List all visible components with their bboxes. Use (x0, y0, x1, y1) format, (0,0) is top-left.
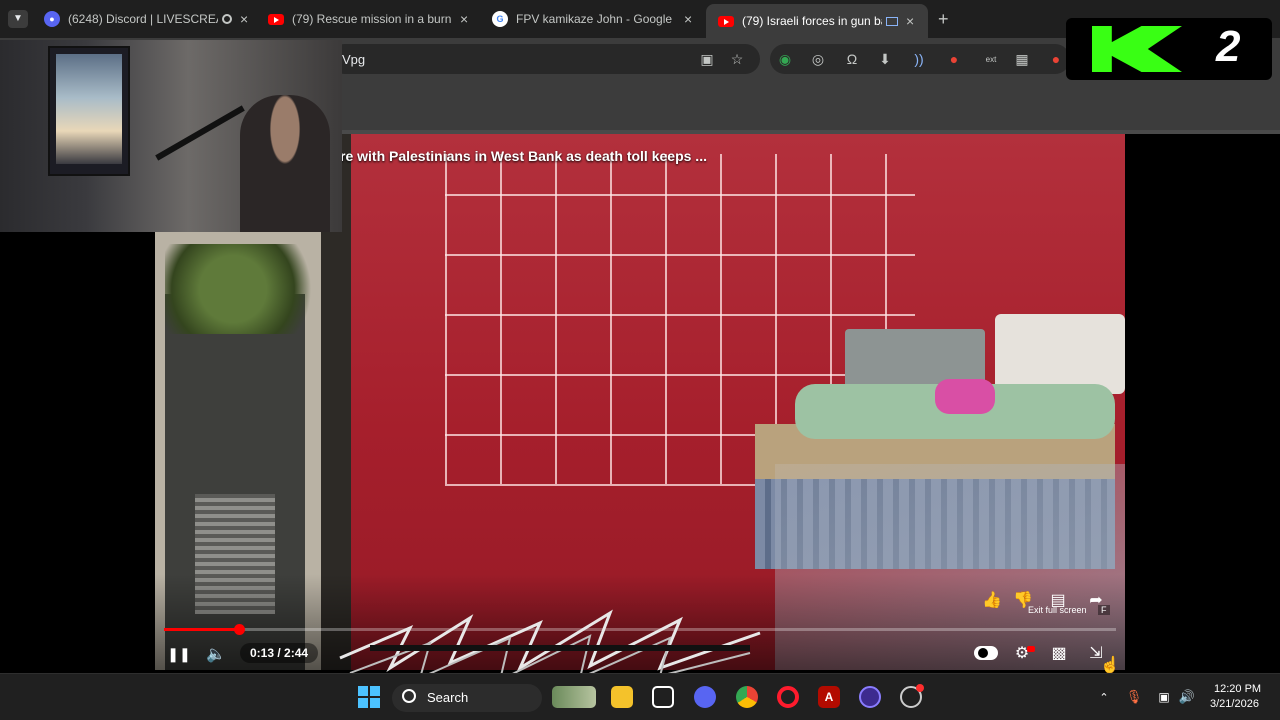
recording-icon (222, 14, 232, 24)
opera-icon[interactable] (777, 686, 799, 708)
obs-icon[interactable] (859, 686, 881, 708)
autoplay-toggle[interactable] (974, 646, 998, 660)
address-bar[interactable] (330, 44, 760, 74)
windows-taskbar (0, 673, 1280, 720)
adobe-acrobat-icon[interactable]: A (818, 686, 840, 708)
close-tab-icon[interactable]: × (460, 11, 468, 27)
grid-line (445, 254, 915, 256)
youtube-favicon-icon (718, 15, 734, 27)
file-explorer-icon[interactable] (611, 686, 633, 708)
webcam-monitor-screen (56, 54, 122, 164)
start-button-icon[interactable] (358, 686, 380, 708)
clock-time[interactable]: 12:20 PM (1214, 683, 1261, 695)
logo-mark-icon (1092, 26, 1182, 72)
close-tab-icon[interactable]: × (684, 11, 692, 27)
logo-number: 2 (1216, 22, 1241, 71)
download-icon[interactable]: ⬇ (876, 50, 894, 68)
network-icon[interactable]: ▣ (1155, 688, 1173, 706)
new-tab-button[interactable]: + (938, 9, 949, 30)
extension-ext-icon[interactable]: ext (982, 50, 1000, 68)
start-pane (358, 686, 368, 696)
tab-title: (79) Israeli forces in gun bat (742, 14, 882, 28)
extension-red-icon[interactable]: ● (1047, 50, 1065, 68)
video-title: re with Palestinians in West Bank as dea… (340, 148, 707, 164)
tab-israeli-forces-active[interactable]: (79) Israeli forces in gun bat × (706, 4, 928, 38)
tab-title: (6248) Discord | LIVESCREAM (68, 12, 218, 26)
audio-wave-icon[interactable]: )) (910, 50, 928, 68)
tab-discord[interactable]: ● (6248) Discord | LIVESCREAM × (44, 6, 248, 32)
google-favicon-icon: G (492, 11, 508, 27)
tab-google-search[interactable]: G FPV kamikaze John - Google Se × (492, 6, 692, 32)
tab-title: (79) Rescue mission in a burning (292, 12, 452, 26)
cast-media-icon (886, 16, 898, 26)
widgets-icon[interactable] (552, 686, 596, 708)
exit-fullscreen-shortcut: F (1098, 605, 1110, 615)
close-tab-icon[interactable]: × (906, 13, 914, 29)
scene-planter-white (995, 314, 1125, 394)
like-icon[interactable]: 👍 (982, 590, 1002, 610)
capcut-icon[interactable] (652, 686, 674, 708)
scene-pink-bag (935, 379, 995, 414)
webcam-person (240, 95, 330, 232)
tab-title: FPV kamikaze John - Google Se (516, 12, 676, 26)
volume-tray-icon[interactable]: 🔊 (1178, 688, 1196, 706)
close-tab-icon[interactable]: × (240, 11, 248, 27)
search-icon (402, 689, 416, 703)
start-pane (370, 698, 380, 708)
microphone-icon[interactable]: 🎙 (1126, 688, 1143, 706)
time-display: 0:13 / 2:44 (240, 643, 319, 663)
tab-search-chevron-icon[interactable]: ▼ (8, 10, 28, 28)
volume-icon[interactable]: 🔈 (205, 644, 227, 664)
pokeball-icon[interactable]: ● (945, 50, 963, 68)
webcam-overlay (0, 40, 342, 232)
system-tray-chevron-icon[interactable]: ⌃ (1096, 688, 1112, 706)
scene-plants (165, 244, 335, 334)
discord-favicon-icon: ● (44, 11, 60, 27)
start-pane (358, 698, 368, 708)
exit-fullscreen-tooltip: Exit full screen (1028, 605, 1087, 615)
clock-date[interactable]: 3/21/2026 (1210, 698, 1259, 710)
start-pane (370, 686, 380, 696)
grid-line (445, 194, 915, 196)
tab-rescue-mission[interactable]: (79) Rescue mission in a burning × (268, 6, 468, 32)
bookmark-star-icon[interactable]: ☆ (728, 50, 746, 68)
notification-badge (916, 684, 924, 692)
hd-badge (1027, 646, 1035, 652)
install-app-icon[interactable]: ▣ (698, 50, 716, 68)
discord-icon[interactable] (694, 686, 716, 708)
extension-green-icon[interactable]: ◉ (776, 50, 794, 68)
autoplay-knob (978, 648, 988, 658)
qr-code-icon[interactable]: ▦ (1013, 50, 1031, 68)
channel-logo: 2 (1066, 18, 1272, 80)
chrome-icon[interactable] (736, 686, 758, 708)
mouse-cursor-icon: ☝ (1100, 657, 1120, 674)
grid-line (445, 374, 865, 376)
webcam-mic-arm (155, 105, 245, 161)
cast-icon[interactable]: ▩ (1049, 643, 1069, 663)
youtube-favicon-icon (268, 13, 284, 25)
globe-icon[interactable]: ◎ (809, 50, 827, 68)
omega-icon[interactable]: Ω (843, 50, 861, 68)
taskbar-search-label: Search (427, 690, 469, 705)
url-text[interactable]: Vpg (342, 52, 365, 67)
progress-fill (164, 628, 240, 631)
pause-button[interactable]: ❚❚ (167, 644, 190, 664)
grid-line (445, 314, 915, 316)
